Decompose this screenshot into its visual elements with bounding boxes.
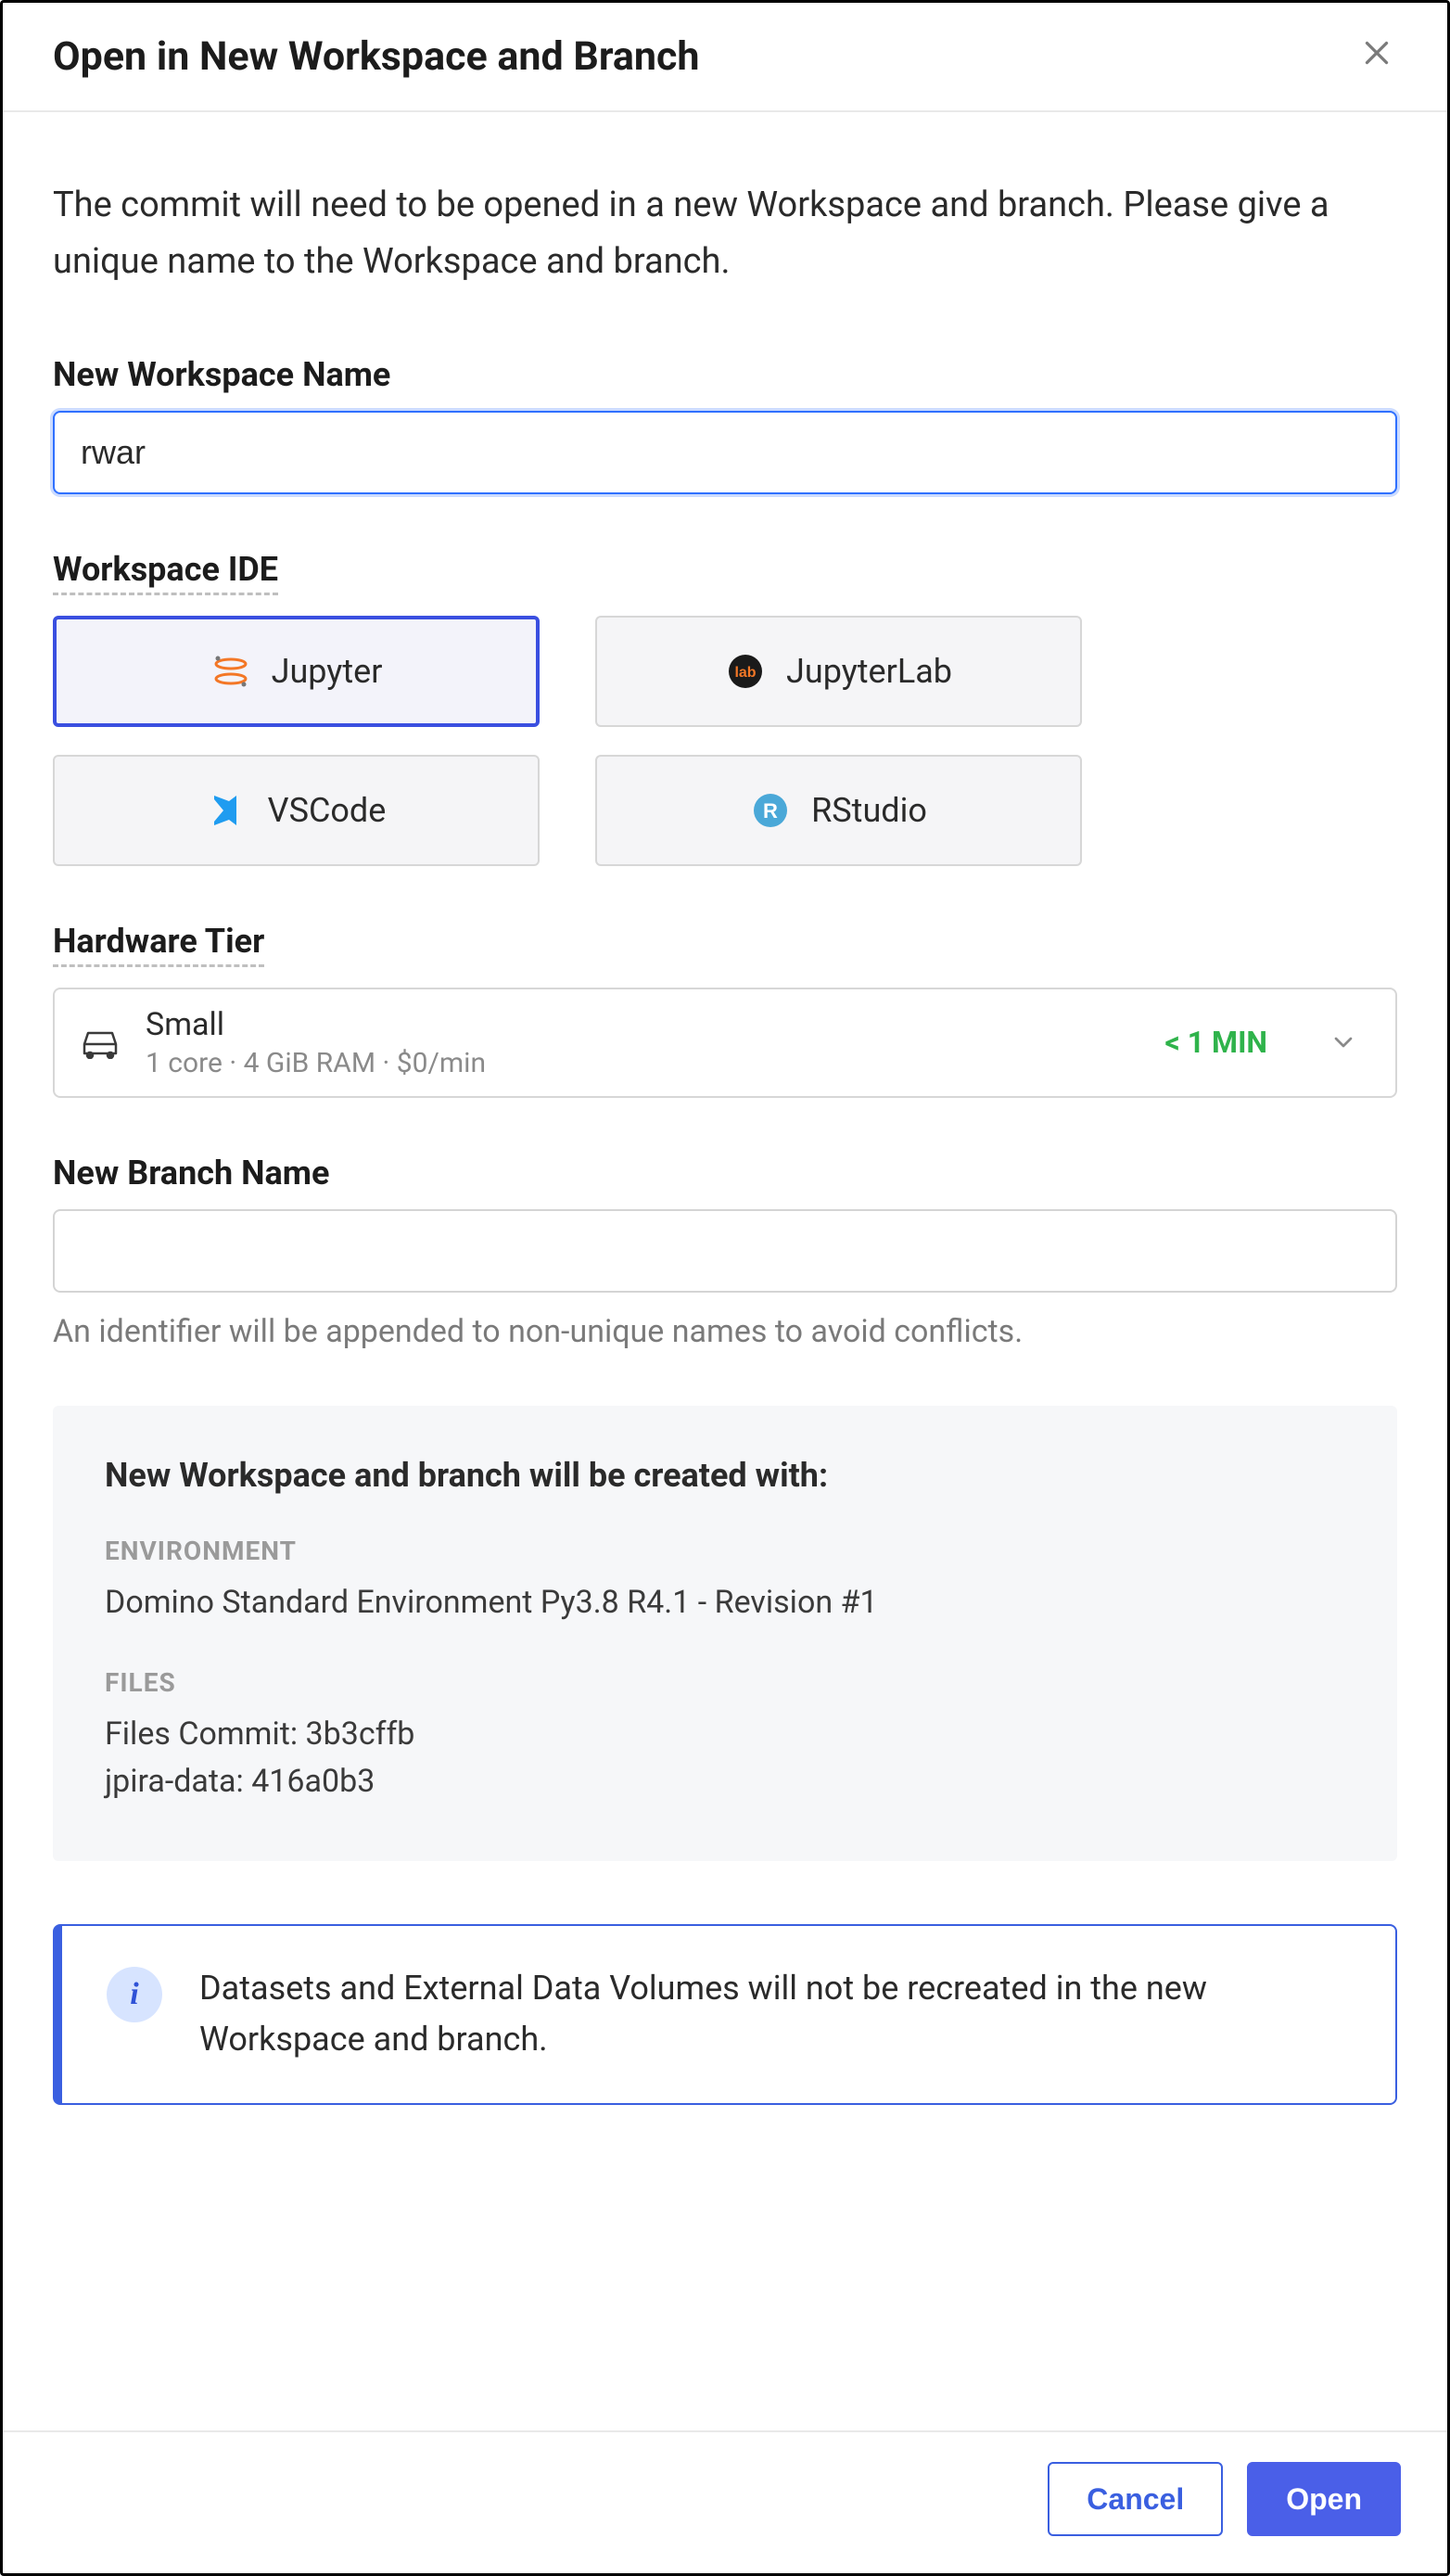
ide-section: Workspace IDE Jupyter lab JupyterLab: [53, 550, 1397, 866]
hardware-label: Hardware Tier: [53, 922, 264, 967]
ide-tile-jupyterlab[interactable]: lab JupyterLab: [595, 616, 1082, 727]
hardware-icon: [79, 1026, 121, 1059]
hardware-name: Small: [146, 1006, 1140, 1043]
dialog-title: Open in New Workspace and Branch: [53, 33, 700, 80]
branch-helper-text: An identifier will be appended to non-un…: [53, 1313, 1397, 1350]
info-icon: i: [107, 1967, 162, 2022]
close-icon: [1360, 33, 1393, 79]
hardware-info: Small 1 core · 4 GiB RAM · $0/min: [146, 1006, 1140, 1079]
ide-grid: Jupyter lab JupyterLab VSCode R: [53, 616, 1082, 866]
info-banner: i Datasets and External Data Volumes wil…: [53, 1924, 1397, 2106]
chevron-down-icon: [1329, 1027, 1358, 1057]
ide-tile-label: JupyterLab: [786, 652, 952, 691]
rstudio-icon: R: [750, 790, 791, 831]
ide-tile-jupyter[interactable]: Jupyter: [53, 616, 540, 727]
close-button[interactable]: [1353, 32, 1401, 81]
workspace-name-section: New Workspace Name: [53, 355, 1397, 494]
ide-tile-rstudio[interactable]: R RStudio: [595, 755, 1082, 866]
workspace-name-label: New Workspace Name: [53, 355, 1397, 394]
hardware-section: Hardware Tier Small 1 core · 4 GiB RAM ·…: [53, 922, 1397, 1098]
summary-files-value: Files Commit: 3b3cffb jpira-data: 416a0b…: [105, 1711, 1345, 1805]
svg-text:lab: lab: [734, 665, 756, 681]
vscode-icon: [207, 790, 248, 831]
dialog-header: Open in New Workspace and Branch: [3, 3, 1447, 112]
summary-box: New Workspace and branch will be created…: [53, 1406, 1397, 1861]
summary-env-value: Domino Standard Environment Py3.8 R4.1 -…: [105, 1579, 1345, 1626]
workspace-name-input[interactable]: [53, 411, 1397, 494]
hardware-meta: 1 core · 4 GiB RAM · $0/min: [146, 1047, 1140, 1079]
ide-tile-label: RStudio: [811, 791, 927, 830]
branch-name-label: New Branch Name: [53, 1154, 1397, 1192]
summary-env-label: ENVIRONMENT: [105, 1536, 1345, 1566]
dialog-footer: Cancel Open: [3, 2430, 1447, 2573]
info-banner-text: Datasets and External Data Volumes will …: [199, 1963, 1351, 2067]
ide-label: Workspace IDE: [53, 550, 278, 595]
ide-tile-label: Jupyter: [272, 652, 383, 691]
summary-files-commit: Files Commit: 3b3cffb: [105, 1711, 1345, 1758]
summary-title: New Workspace and branch will be created…: [105, 1456, 1345, 1495]
ide-tile-vscode[interactable]: VSCode: [53, 755, 540, 866]
intro-text: The commit will need to be opened in a n…: [53, 177, 1397, 290]
ide-tile-label: VSCode: [268, 791, 387, 830]
dialog-body: The commit will need to be opened in a n…: [3, 112, 1447, 2430]
open-workspace-dialog: Open in New Workspace and Branch The com…: [0, 0, 1450, 2576]
branch-section: New Branch Name An identifier will be ap…: [53, 1154, 1397, 1350]
summary-files-data: jpira-data: 416a0b3: [105, 1758, 1345, 1805]
summary-files-label: FILES: [105, 1667, 1345, 1698]
cancel-button[interactable]: Cancel: [1048, 2462, 1223, 2536]
hardware-tier-select[interactable]: Small 1 core · 4 GiB RAM · $0/min < 1 MI…: [53, 988, 1397, 1098]
svg-text:R: R: [763, 799, 778, 823]
hardware-time-badge: < 1 MIN: [1164, 1025, 1267, 1060]
open-button[interactable]: Open: [1247, 2462, 1401, 2536]
branch-name-input[interactable]: [53, 1209, 1397, 1293]
jupyter-icon: [210, 651, 251, 692]
jupyterlab-icon: lab: [725, 651, 766, 692]
